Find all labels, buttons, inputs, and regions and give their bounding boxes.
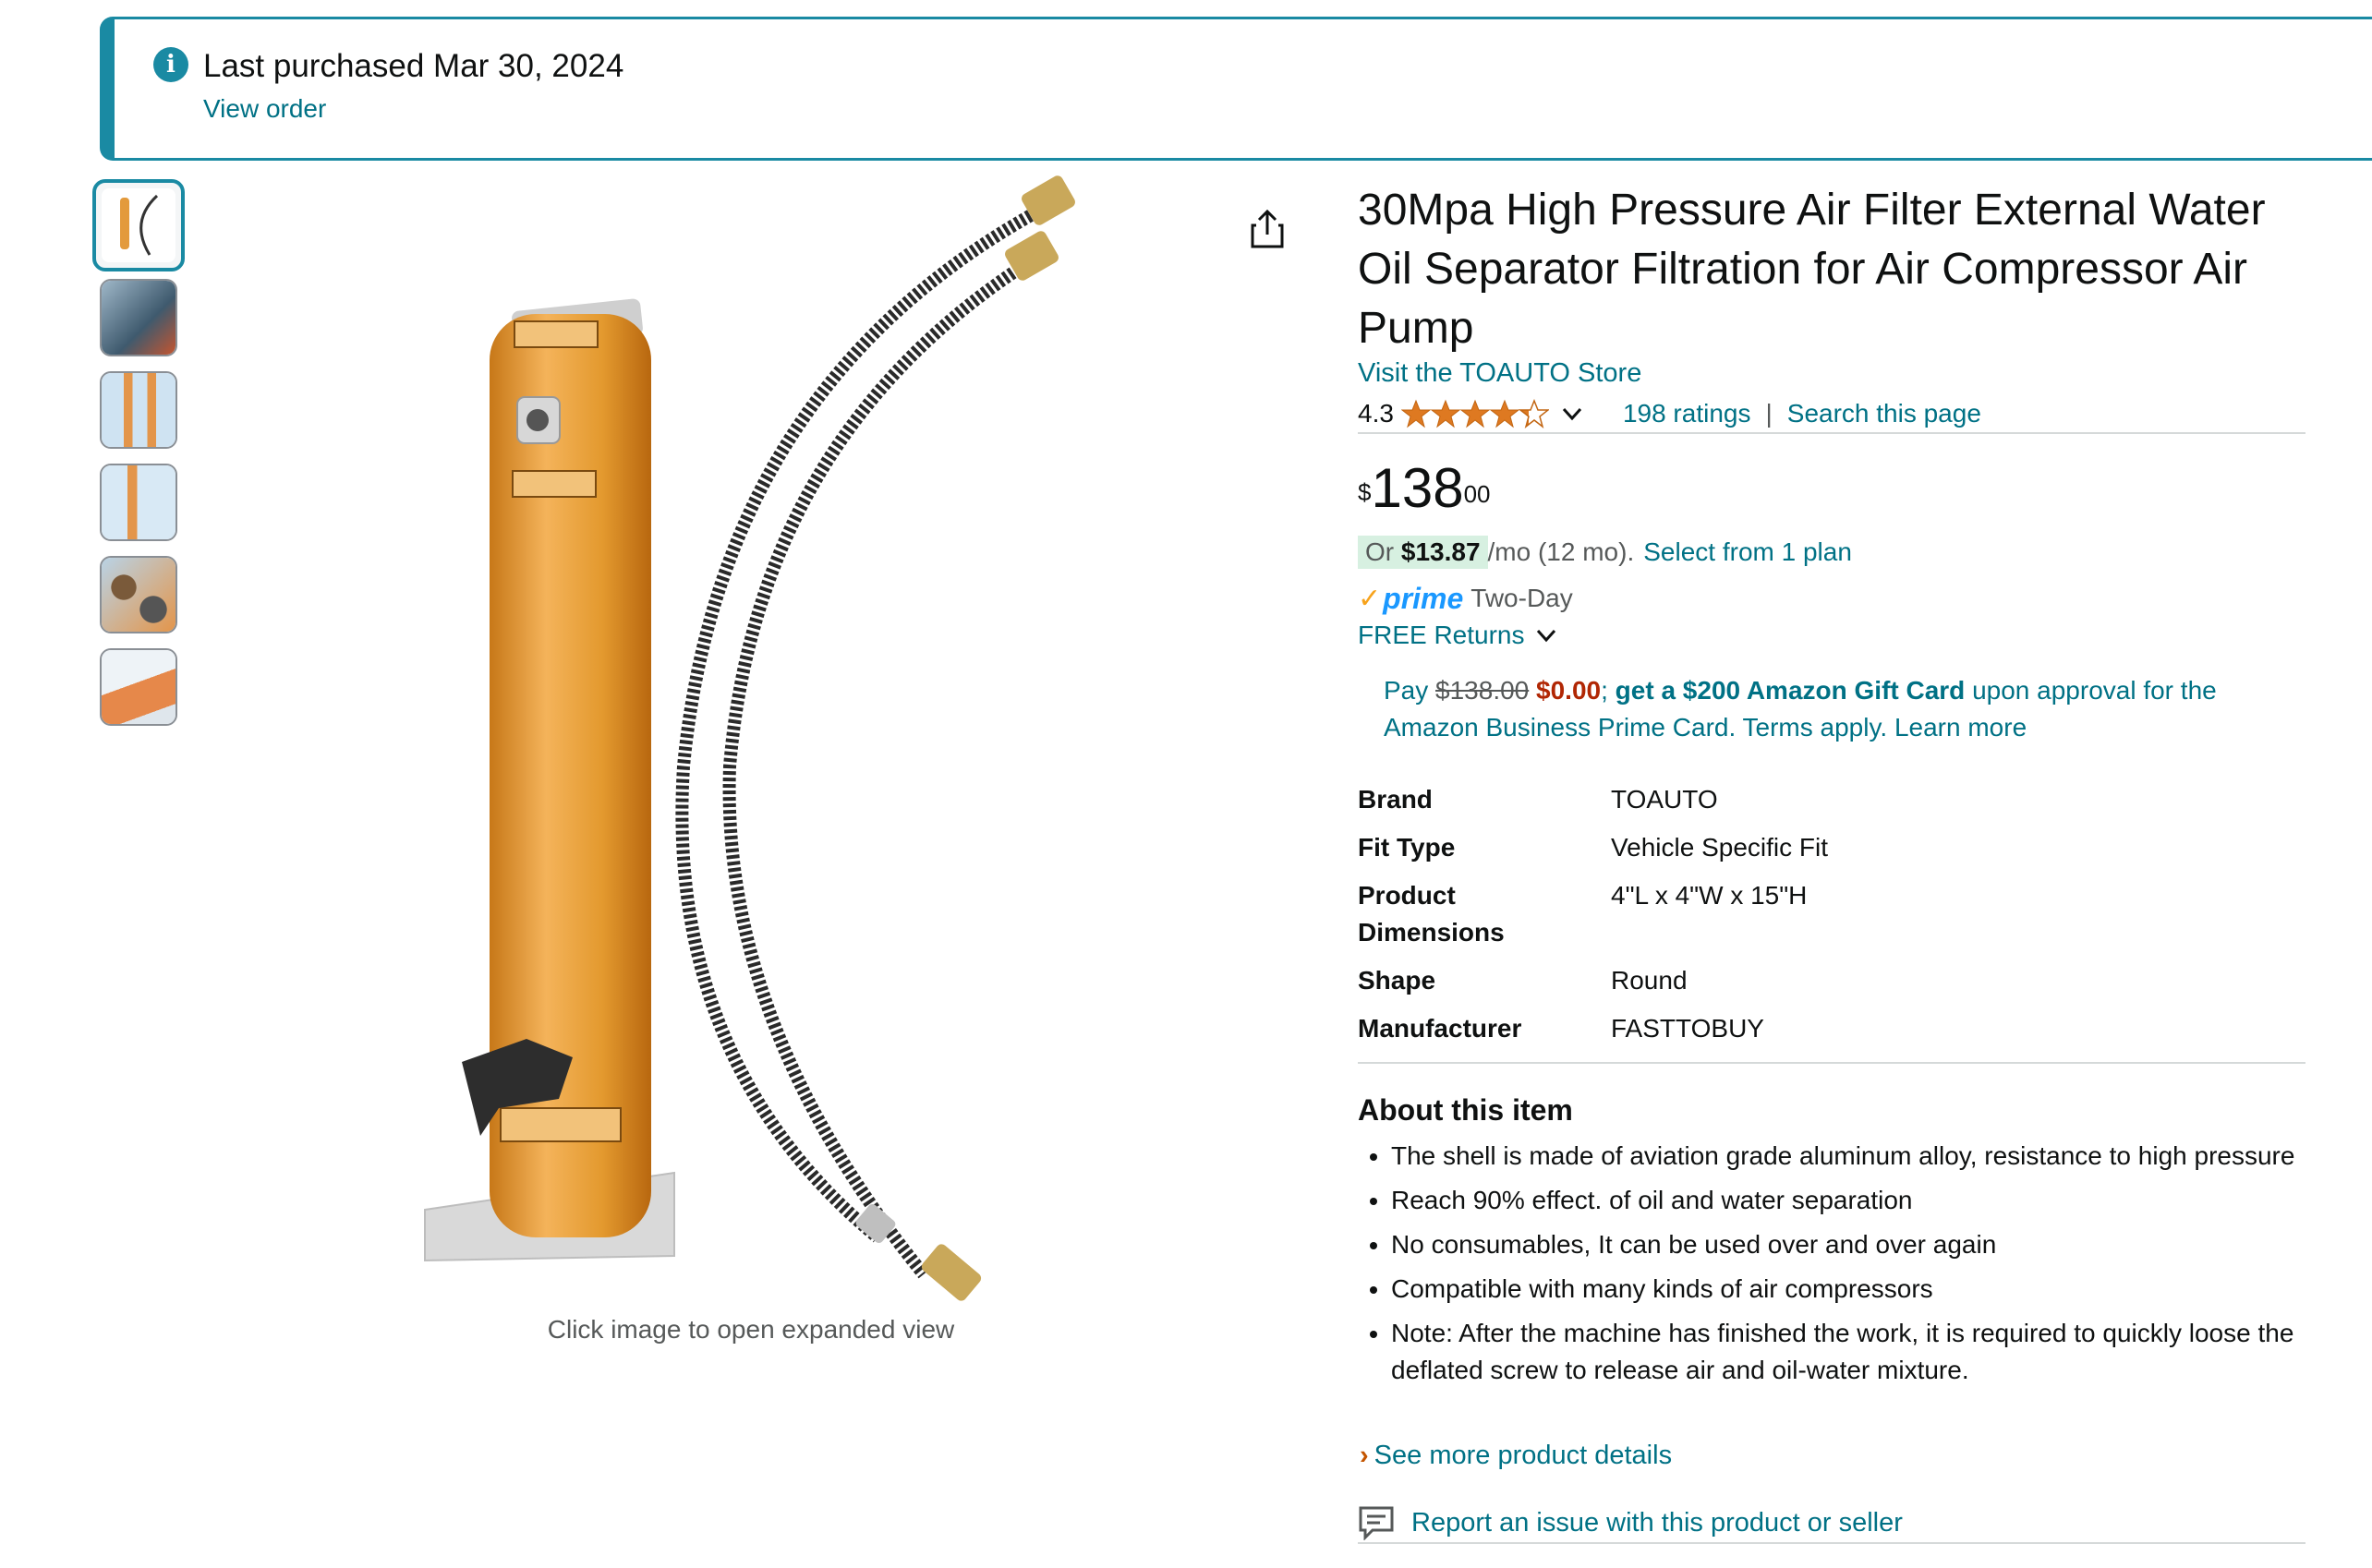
- spec-row: Fit Type Vehicle Specific Fit: [1358, 829, 1828, 877]
- star-rating[interactable]: [1401, 399, 1549, 428]
- gift-card-offer: get a $200 Amazon Gift Card: [1615, 676, 1966, 705]
- select-plan-link[interactable]: Select from 1 plan: [1643, 537, 1852, 567]
- image-caption: Click image to open expanded view: [547, 1315, 955, 1344]
- price-whole: 138: [1371, 457, 1464, 519]
- chevron-down-icon: [1536, 629, 1555, 643]
- prime-delivery: Two-Day: [1470, 584, 1573, 612]
- prime-logo: prime: [1383, 581, 1464, 615]
- thumbnail-3[interactable]: [100, 371, 177, 449]
- spec-key: Manufacturer: [1358, 1014, 1522, 1043]
- list-item: Note: After the machine has finished the…: [1391, 1315, 2352, 1389]
- divider: [1358, 1062, 2305, 1064]
- chevron-down-icon[interactable]: [1558, 400, 1586, 428]
- product-thumb-image: [120, 194, 159, 256]
- info-icon: i: [153, 47, 188, 82]
- divider: [1358, 432, 2305, 434]
- view-order-link[interactable]: View order: [203, 94, 326, 124]
- old-price: $138.00: [1435, 676, 1530, 705]
- divider: [1358, 1542, 2305, 1544]
- share-icon[interactable]: [1249, 209, 1286, 249]
- spec-value: Round: [1611, 966, 1688, 995]
- free-returns[interactable]: FREE Returns: [1358, 621, 1560, 650]
- spec-value: 4"L x 4"W x 15"H: [1611, 881, 1808, 910]
- list-item: Reach 90% effect. of oil and water separ…: [1391, 1182, 2352, 1219]
- about-heading: About this item: [1358, 1093, 1573, 1127]
- star-icons: [1401, 400, 1549, 428]
- spec-row: Product Dimensions 4"L x 4"W x 15"H: [1358, 877, 1828, 962]
- thumbnail-5[interactable]: [100, 556, 177, 633]
- thumbnail-4[interactable]: [100, 464, 177, 541]
- last-purchased-text: Last purchased Mar 30, 2024: [203, 48, 624, 84]
- rating-row: 4.3 198 ratings | Search this page: [1358, 395, 1981, 432]
- spec-value: Vehicle Specific Fit: [1611, 833, 1828, 862]
- report-icon: [1359, 1506, 1394, 1540]
- last-purchased-banner: [100, 17, 2372, 161]
- separator: |: [1765, 399, 1773, 428]
- price: $13800: [1358, 456, 1491, 521]
- monthly-suffix: /mo (12 mo).: [1487, 537, 1635, 566]
- thumbnail-6[interactable]: [100, 648, 177, 726]
- rating-number: 4.3: [1358, 399, 1394, 428]
- spec-row: Shape Round: [1358, 962, 1828, 1010]
- thumbnail-2[interactable]: [100, 279, 177, 356]
- product-specs-table: Brand TOAUTO Fit Type Vehicle Specific Fit…: [1358, 781, 1828, 1058]
- monthly-badge: Or $13.87: [1358, 536, 1488, 569]
- free-returns-label: FREE Returns: [1358, 621, 1525, 649]
- list-item: The shell is made of aviation grade alum…: [1391, 1138, 2352, 1175]
- report-issue-label: Report an issue with this product or sel…: [1411, 1507, 1903, 1538]
- business-card-promo[interactable]: Pay $138.00 $0.00; get a $200 Amazon Gif…: [1384, 672, 2307, 746]
- spec-key: Fit Type: [1358, 833, 1456, 862]
- price-symbol: $: [1358, 478, 1372, 506]
- main-product-image[interactable]: [388, 175, 1145, 1321]
- spec-key: Shape: [1358, 966, 1436, 995]
- list-item: Compatible with many kinds of air compre…: [1391, 1271, 2352, 1308]
- spec-value: FASTTOBUY: [1611, 1014, 1764, 1043]
- prime-row: ✓ prime Two-Day: [1358, 580, 1573, 617]
- feature-bullets: The shell is made of aviation grade alum…: [1358, 1138, 2352, 1396]
- spec-row: Manufacturer FASTTOBUY: [1358, 1010, 1828, 1058]
- search-page-link[interactable]: Search this page: [1787, 399, 1981, 428]
- see-more-details-link[interactable]: › See more product details: [1360, 1441, 1672, 1471]
- thumbnail-1[interactable]: [92, 179, 185, 271]
- spec-value: TOAUTO: [1611, 785, 1718, 814]
- report-issue-link[interactable]: Report an issue with this product or sel…: [1358, 1505, 1903, 1540]
- chevron-right-icon: ›: [1360, 1441, 1369, 1470]
- spec-row: Brand TOAUTO: [1358, 781, 1828, 829]
- prime-check-icon: ✓: [1358, 583, 1382, 614]
- monthly-payment-row: Or $13.87 /mo (12 mo). Select from 1 pla…: [1358, 534, 1852, 571]
- store-link[interactable]: Visit the TOAUTO Store: [1358, 358, 1641, 389]
- product-title: 30Mpa High Pressure Air Filter External …: [1358, 186, 2266, 353]
- promo-price: $0.00: [1536, 676, 1602, 705]
- list-item: No consumables, It can be used over and …: [1391, 1226, 2352, 1263]
- learn-more-link[interactable]: Learn more: [1894, 713, 2027, 742]
- price-cents: 00: [1463, 480, 1491, 508]
- spec-key: Product Dimensions: [1358, 881, 1505, 947]
- ratings-count-link[interactable]: 198 ratings: [1623, 399, 1751, 428]
- spec-key: Brand: [1358, 785, 1433, 814]
